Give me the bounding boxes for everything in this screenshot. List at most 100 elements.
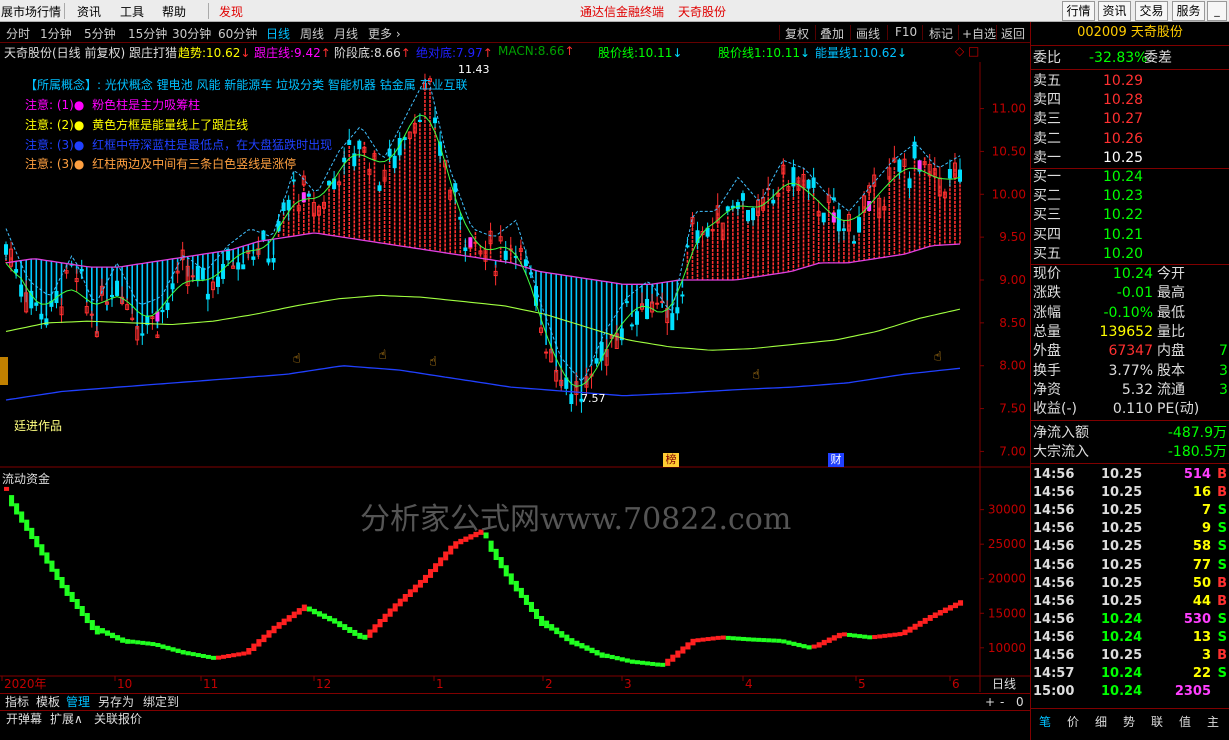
period-tab-15min[interactable]: 15分钟 bbox=[128, 25, 167, 42]
tab-expand[interactable]: 扩展∧ bbox=[50, 711, 83, 727]
news-button[interactable]: 资讯 bbox=[1098, 1, 1131, 21]
menu-discover[interactable]: 发现 bbox=[219, 3, 243, 20]
hand-pointer-icon: ☝ bbox=[752, 368, 760, 383]
candle-body bbox=[947, 169, 952, 179]
price-tick-label: 10.00 bbox=[992, 187, 1026, 201]
tick-row: 14:56 10.25 58 S bbox=[1033, 539, 1227, 555]
service-button[interactable]: 服务 bbox=[1172, 1, 1205, 21]
f10-button[interactable]: F10 bbox=[895, 25, 917, 39]
liquidity-step bbox=[422, 574, 428, 583]
liquidity-step bbox=[322, 613, 328, 619]
tab-bind-to[interactable]: 绑定到 bbox=[143, 694, 179, 710]
zoom-reset-button[interactable]: 0 bbox=[1016, 694, 1024, 710]
liquidity-step bbox=[589, 647, 595, 654]
accumulation-mark bbox=[468, 237, 473, 248]
quote-tab-6[interactable]: 主 bbox=[1207, 713, 1219, 730]
candle-body bbox=[897, 159, 902, 172]
liquidity-step bbox=[4, 486, 10, 491]
liquidity-step bbox=[155, 643, 161, 648]
period-label: 日线 bbox=[992, 677, 1016, 691]
period-tab-1min[interactable]: 1分钟 bbox=[40, 25, 72, 42]
period-tab-30min[interactable]: 30分钟 bbox=[172, 25, 211, 42]
liquidity-step bbox=[291, 611, 297, 619]
quote-tab-1[interactable]: 价 bbox=[1067, 713, 1079, 730]
candle-body bbox=[200, 267, 205, 280]
liquidity-step bbox=[301, 604, 307, 612]
liquidity-step bbox=[347, 627, 353, 633]
period-tab-more[interactable]: 更多 › bbox=[368, 25, 401, 42]
tick-row: 14:57 10.24 22 S bbox=[1033, 666, 1227, 682]
quote-tab-3[interactable]: 势 bbox=[1123, 713, 1135, 730]
candle-body bbox=[79, 268, 84, 272]
zoom-in-button[interactable]: + bbox=[985, 694, 995, 710]
liquidity-step bbox=[821, 639, 827, 646]
overlay-button[interactable]: 叠加 bbox=[820, 25, 844, 42]
tab-save-as[interactable]: 另存为 bbox=[98, 694, 134, 710]
price-tick-label: 8.00 bbox=[999, 359, 1026, 373]
menu-market[interactable]: 展市场行情 bbox=[1, 3, 61, 20]
indicator-stage-bottom: 阶段底:8.66↑ bbox=[334, 46, 411, 60]
bid-row: 买二 10.23 bbox=[1033, 188, 1144, 205]
left-expand-handle[interactable] bbox=[0, 357, 8, 385]
high-price-label: 11.43 bbox=[458, 63, 490, 76]
period-tab-monthly[interactable]: 月线 bbox=[334, 25, 358, 42]
market-button[interactable]: 行情 bbox=[1062, 1, 1095, 21]
menu-news[interactable]: 资讯 bbox=[77, 3, 101, 20]
bid-row: 买一 10.24 bbox=[1033, 169, 1144, 185]
liquidity-step bbox=[594, 650, 600, 656]
toolbar-separator bbox=[922, 25, 923, 40]
liquidity-step bbox=[892, 632, 898, 637]
period-tab-timeshare[interactable]: 分时 bbox=[6, 25, 30, 42]
liquidity-step bbox=[796, 642, 802, 648]
period-tab-5min[interactable]: 5分钟 bbox=[84, 25, 116, 42]
trade-button[interactable]: 交易 bbox=[1135, 1, 1168, 21]
liquidity-step bbox=[549, 624, 555, 631]
rank-marker[interactable]: 榜 bbox=[663, 453, 679, 467]
finance-marker[interactable]: 财 bbox=[828, 453, 844, 467]
stat-row: 现价 10.24 今开 bbox=[1033, 266, 1185, 282]
zoom-out-button[interactable]: - bbox=[1000, 694, 1004, 710]
price-tick-label: 8.50 bbox=[999, 316, 1026, 330]
accumulation-mark bbox=[301, 192, 306, 203]
tab-indicator[interactable]: 指标 bbox=[5, 694, 29, 710]
tab-template[interactable]: 模板 bbox=[36, 694, 60, 710]
bid-row: 买四 10.21 bbox=[1033, 226, 1144, 243]
period-tab-daily[interactable]: 日线 bbox=[266, 25, 290, 42]
close-indicator-icon[interactable]: □ bbox=[968, 44, 979, 58]
add-favorite-button[interactable]: +自选 bbox=[962, 25, 996, 42]
tab-related-quote[interactable]: 关联报价 bbox=[94, 711, 142, 727]
quote-tab-0[interactable]: 笔 bbox=[1039, 713, 1051, 730]
date-axis: 2020年 10 11 12 1 2 3 4 5 6 日线 bbox=[1, 676, 1016, 691]
liquidity-step bbox=[256, 639, 262, 647]
diamond-icon[interactable]: ◇ bbox=[955, 44, 964, 58]
quote-tab-2[interactable]: 细 bbox=[1095, 713, 1107, 730]
quote-tab-5[interactable]: 值 bbox=[1179, 713, 1191, 730]
liquidity-tick-label: 30000 bbox=[988, 503, 1026, 517]
menu-help[interactable]: 帮助 bbox=[162, 3, 186, 20]
draw-button[interactable]: 画线 bbox=[856, 25, 880, 42]
liquidity-step bbox=[816, 642, 822, 648]
liquidity-step bbox=[448, 545, 454, 555]
tab-manage[interactable]: 管理 bbox=[66, 694, 90, 710]
liquidity-step bbox=[740, 636, 746, 641]
tab-danmaku[interactable]: 开弹幕 bbox=[6, 711, 42, 727]
liquidity-step bbox=[200, 653, 206, 658]
candle-body bbox=[19, 284, 24, 297]
liquidity-step bbox=[806, 645, 812, 650]
menu-tools[interactable]: 工具 bbox=[120, 3, 144, 20]
date-tick-label: 4 bbox=[745, 677, 753, 691]
liquidity-step bbox=[44, 552, 50, 564]
adjust-button[interactable]: 复权 bbox=[785, 25, 809, 42]
minimize-icon[interactable]: _ bbox=[1207, 1, 1227, 21]
period-tab-weekly[interactable]: 周线 bbox=[300, 25, 324, 42]
period-tab-60min[interactable]: 60分钟 bbox=[218, 25, 257, 42]
liquidity-step bbox=[836, 632, 842, 639]
quote-tab-4[interactable]: 联 bbox=[1151, 713, 1163, 730]
liquidity-step bbox=[801, 644, 807, 649]
back-button[interactable]: 返回 bbox=[1001, 25, 1025, 42]
stat-row: 总量 139652 量比 bbox=[1033, 323, 1185, 340]
liquidity-step bbox=[614, 656, 620, 661]
tick-row: 14:56 10.25 7 S bbox=[1033, 503, 1227, 519]
mark-button[interactable]: 标记 bbox=[929, 25, 953, 42]
liquidity-step bbox=[397, 598, 403, 607]
